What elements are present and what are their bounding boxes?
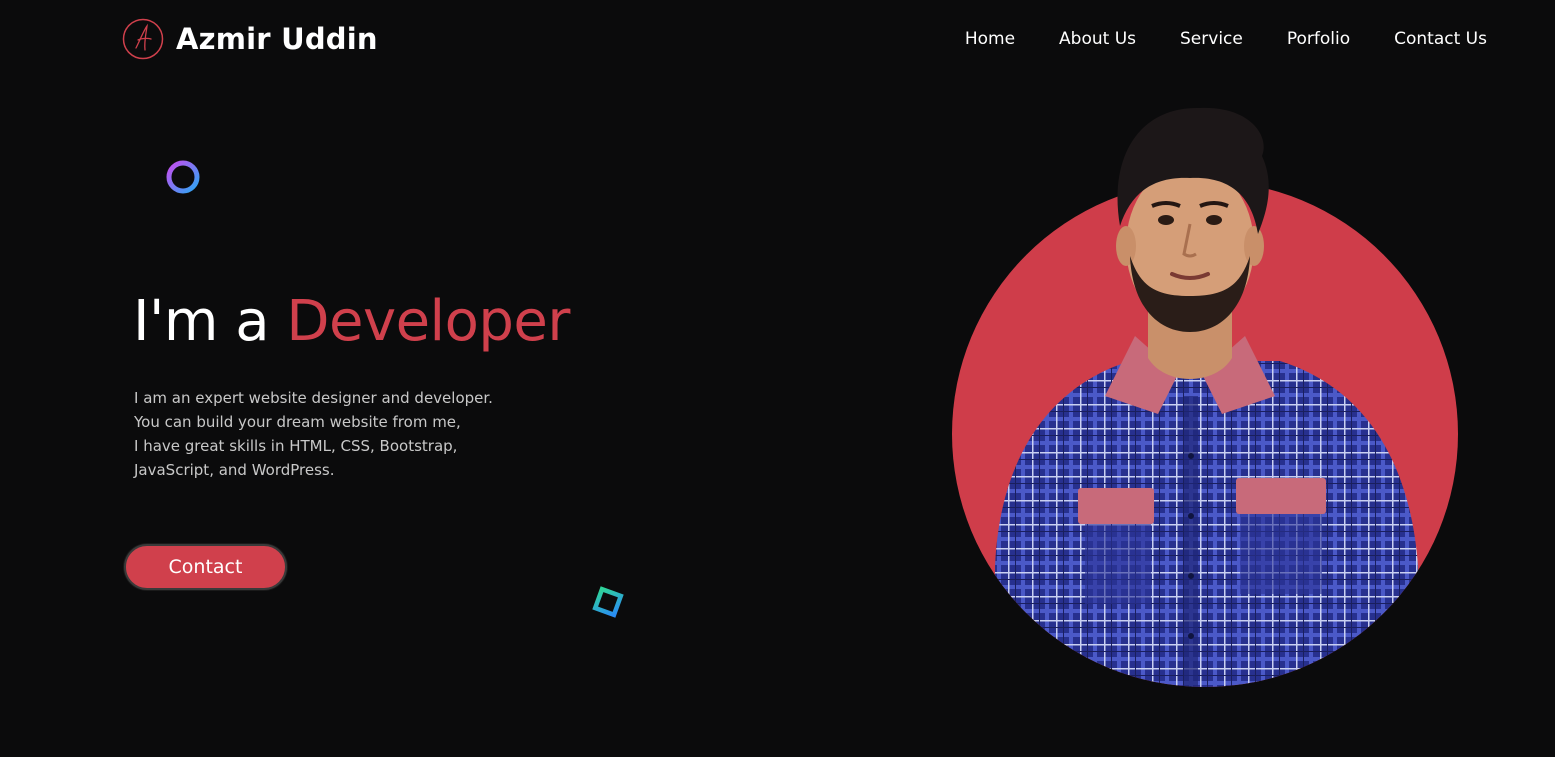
nav-item-service[interactable]: Service xyxy=(1180,29,1243,49)
main-nav: Home About Us Service Porfolio Contact U… xyxy=(965,29,1487,49)
intro-line: JavaScript, and WordPress. xyxy=(134,461,335,479)
hero-intro: I am an expert website designer and deve… xyxy=(134,386,614,482)
headline-highlight: Developer xyxy=(286,289,570,354)
headline-prefix: I'm a xyxy=(133,289,270,354)
nav-item-portfolio[interactable]: Porfolio xyxy=(1287,29,1350,49)
nav-item-contact-us[interactable]: Contact Us xyxy=(1394,29,1487,49)
gradient-ring-icon xyxy=(166,160,200,194)
profile-portrait xyxy=(952,107,1458,687)
logo-link[interactable]: Azmir Uddin xyxy=(122,18,378,60)
intro-line: I have great skills in HTML, CSS, Bootst… xyxy=(134,437,458,455)
gradient-square-icon xyxy=(592,586,624,618)
intro-line: You can build your dream website from me… xyxy=(134,413,461,431)
page: Azmir Uddin Home About Us Service Porfol… xyxy=(0,0,1555,757)
brand-name: Azmir Uddin xyxy=(176,22,378,56)
hero-headline: I'm a Developer xyxy=(133,286,570,358)
signature-logo-icon xyxy=(122,18,164,60)
nav-item-home[interactable]: Home xyxy=(965,29,1015,49)
contact-button[interactable]: Contact xyxy=(124,544,287,590)
nav-item-about-us[interactable]: About Us xyxy=(1059,29,1136,49)
intro-line: I am an expert website designer and deve… xyxy=(134,389,493,407)
